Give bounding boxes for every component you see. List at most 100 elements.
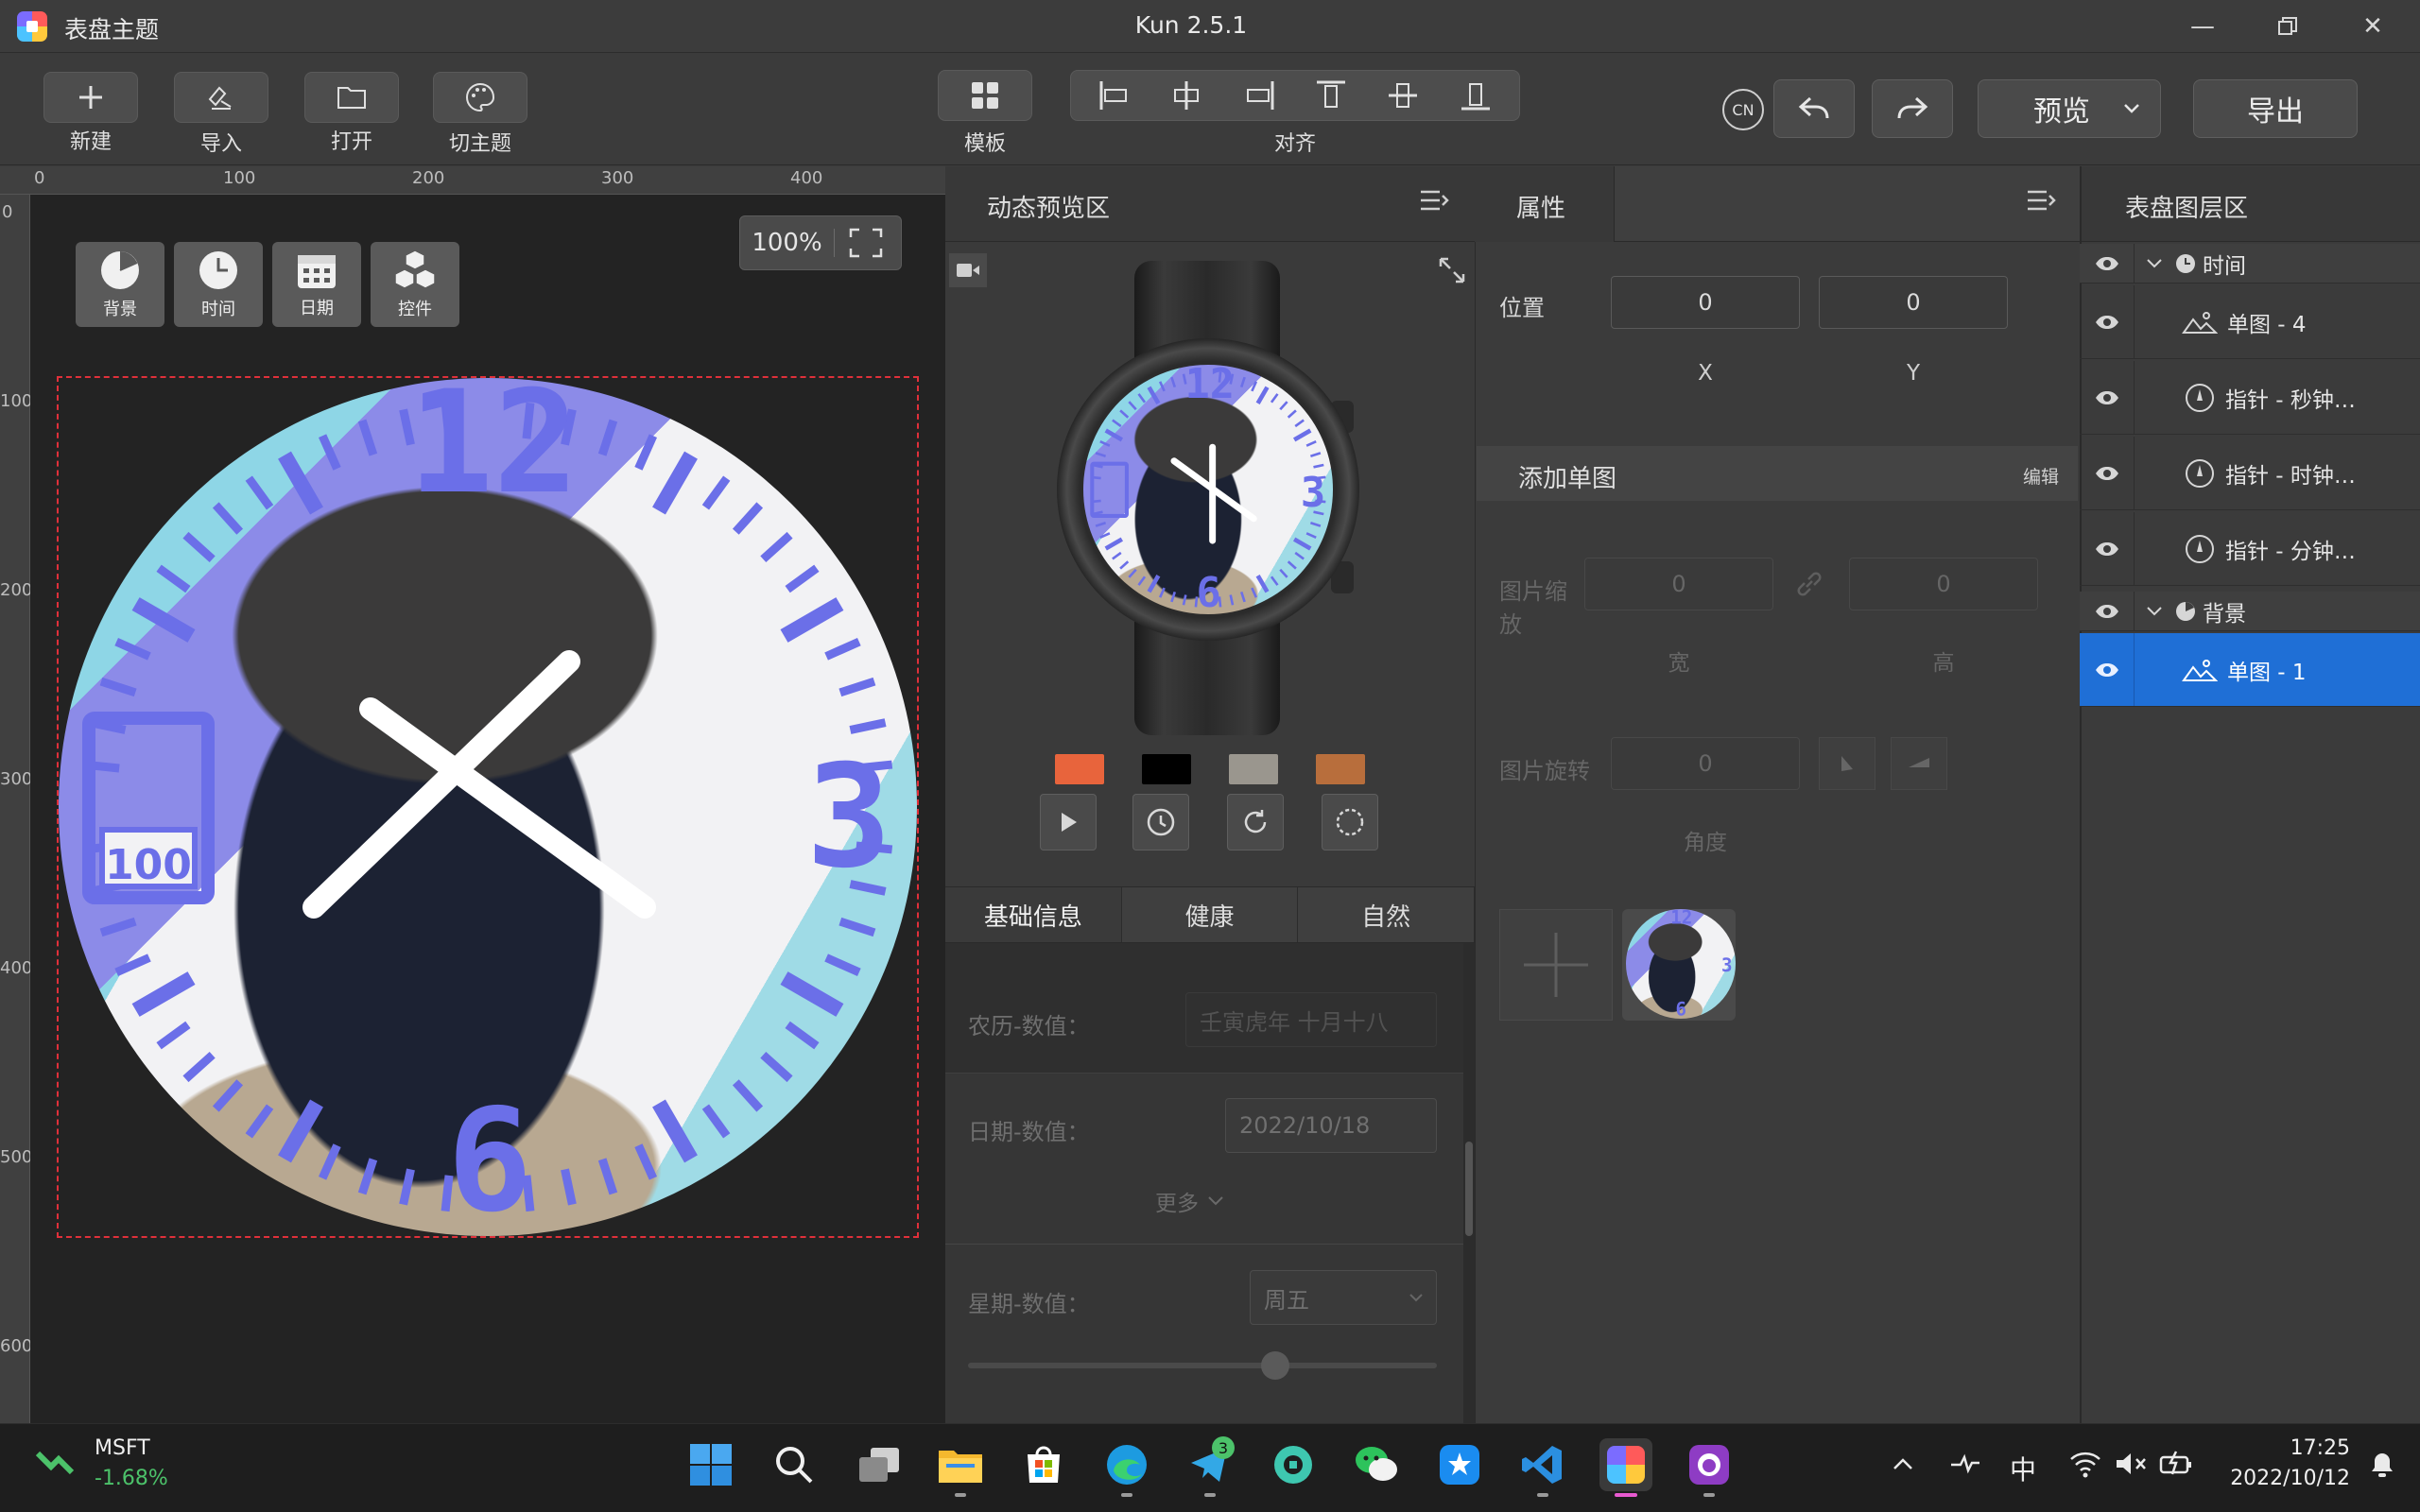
tab-nature[interactable]: 自然: [1298, 887, 1476, 942]
layer-item-selected[interactable]: 单图 - 1: [2080, 633, 2420, 707]
panel-menu-icon[interactable]: [1418, 187, 1450, 215]
task-view-icon[interactable]: [853, 1438, 906, 1491]
layer-group-time[interactable]: 时间: [2080, 244, 2420, 284]
refresh-button[interactable]: [1227, 794, 1284, 850]
tool-widget[interactable]: 控件: [371, 242, 459, 327]
align-bottom-icon[interactable]: [1457, 77, 1495, 114]
battery-charging-icon[interactable]: [2159, 1450, 2193, 1478]
align-left-icon[interactable]: [1096, 77, 1133, 114]
tab-health[interactable]: 健康: [1122, 887, 1299, 942]
volume-muted-icon[interactable]: [2114, 1450, 2148, 1478]
fullscreen-icon[interactable]: [848, 227, 884, 259]
position-y-input[interactable]: 0: [1819, 276, 2008, 329]
flip-vertical-button[interactable]: [1891, 737, 1947, 790]
tab-basic-info[interactable]: 基础信息: [945, 887, 1122, 942]
eye-icon[interactable]: [2080, 285, 2135, 358]
wechat-icon[interactable]: [1350, 1438, 1403, 1491]
new-button[interactable]: [43, 72, 138, 123]
align-hcenter-icon[interactable]: [1167, 77, 1205, 114]
edit-link[interactable]: 编辑: [2023, 463, 2059, 489]
switch-theme-button[interactable]: [433, 72, 527, 123]
layer-group-background[interactable]: 背景: [2080, 592, 2420, 631]
color-swatch-brown[interactable]: [1316, 754, 1365, 784]
color-swatch-black[interactable]: [1142, 754, 1191, 784]
weekday-select[interactable]: 周五: [1250, 1270, 1437, 1325]
zoom-control[interactable]: 100%: [739, 215, 902, 270]
eye-icon[interactable]: [2080, 244, 2135, 283]
panel-menu-icon[interactable]: [2025, 187, 2057, 215]
bookmark-app-icon[interactable]: [1433, 1438, 1486, 1491]
watch-face-canvas[interactable]: 12 3 6 100: [59, 378, 917, 1236]
open-button[interactable]: [304, 72, 399, 123]
color-swatch-orange[interactable]: [1055, 754, 1104, 784]
search-icon[interactable]: [768, 1438, 821, 1491]
network-tool-icon[interactable]: [1949, 1452, 1981, 1476]
eye-icon[interactable]: [2080, 361, 2135, 434]
remote-app-icon[interactable]: [1267, 1438, 1320, 1491]
ime-indicator[interactable]: 中: [2010, 1450, 2036, 1487]
height-input[interactable]: 0: [1849, 558, 2038, 610]
stock-name[interactable]: MSFT: [95, 1436, 150, 1460]
import-button[interactable]: [174, 72, 268, 123]
chevron-up-icon[interactable]: [1891, 1452, 1915, 1476]
scrollbar-thumb[interactable]: [1465, 1142, 1473, 1236]
tool-date[interactable]: 日期: [272, 242, 361, 327]
preview-dropdown[interactable]: 预览: [1978, 79, 2161, 138]
redo-button[interactable]: [1872, 79, 1953, 138]
start-icon[interactable]: [684, 1438, 737, 1491]
layer-item[interactable]: 指针 - 秒钟…: [2080, 361, 2420, 435]
wifi-icon[interactable]: [2068, 1450, 2102, 1478]
layer-item[interactable]: 单图 - 4: [2080, 285, 2420, 359]
clock-time[interactable]: 17:25: [2218, 1436, 2350, 1460]
link-icon[interactable]: [1792, 567, 1826, 601]
dial-tick: [1128, 401, 1137, 411]
position-x-input[interactable]: 0: [1611, 276, 1800, 329]
template-button[interactable]: [938, 70, 1032, 121]
layer-item[interactable]: 指针 - 分钟…: [2080, 512, 2420, 586]
color-swatch-gray[interactable]: [1229, 754, 1278, 784]
play-button[interactable]: [1040, 794, 1097, 850]
layer-label: 指针 - 秒钟…: [2225, 387, 2356, 413]
tool-background[interactable]: 背景: [76, 242, 164, 327]
watch-time-button[interactable]: [1132, 794, 1189, 850]
undo-button[interactable]: [1773, 79, 1855, 138]
flip-horizontal-button[interactable]: [1819, 737, 1876, 790]
tool-time[interactable]: 时间: [174, 242, 263, 327]
edge-icon[interactable]: [1100, 1438, 1153, 1497]
round-shape-button[interactable]: [1322, 794, 1378, 850]
lunar-input[interactable]: 壬寅虎年 十月十八: [1185, 992, 1437, 1047]
align-vcenter-icon[interactable]: [1384, 77, 1422, 114]
width-input[interactable]: 0: [1584, 558, 1773, 610]
align-right-icon[interactable]: [1240, 77, 1278, 114]
eye-icon[interactable]: [2080, 633, 2135, 706]
chevron-down-icon[interactable]: [2146, 258, 2163, 269]
store-icon[interactable]: [1017, 1438, 1070, 1491]
export-button[interactable]: 导出: [2193, 79, 2358, 138]
vscode-icon[interactable]: [1516, 1438, 1569, 1497]
clock-date[interactable]: 2022/10/12: [2218, 1467, 2350, 1490]
restore-icon[interactable]: [2265, 8, 2310, 45]
layer-item[interactable]: 指针 - 时钟…: [2080, 437, 2420, 510]
more-toggle[interactable]: 更多: [1155, 1185, 1225, 1217]
watchface-app-icon[interactable]: [1599, 1438, 1652, 1497]
expand-icon[interactable]: [1437, 255, 1467, 285]
minimize-icon[interactable]: —: [2180, 8, 2225, 45]
close-icon[interactable]: ✕: [2350, 8, 2395, 45]
eye-icon[interactable]: [2080, 512, 2135, 585]
date-input[interactable]: 2022/10/18: [1225, 1098, 1437, 1153]
slider-handle[interactable]: [1261, 1351, 1289, 1380]
record-button[interactable]: [949, 253, 987, 287]
add-image-button[interactable]: [1499, 909, 1613, 1021]
rotate-input[interactable]: 0: [1611, 737, 1800, 790]
language-toggle[interactable]: CN: [1722, 89, 1764, 130]
file-explorer-icon[interactable]: [934, 1438, 987, 1497]
chevron-down-icon[interactable]: [2146, 606, 2163, 617]
scrollbar-track[interactable]: [1463, 943, 1475, 1423]
github-icon[interactable]: [1683, 1438, 1736, 1497]
notification-bell-icon[interactable]: [2367, 1450, 2397, 1480]
align-top-icon[interactable]: [1312, 77, 1350, 114]
eye-icon[interactable]: [2080, 437, 2135, 509]
telegram-icon[interactable]: 3: [1184, 1436, 1236, 1497]
slider-track[interactable]: [968, 1363, 1437, 1368]
eye-icon[interactable]: [2080, 592, 2135, 630]
